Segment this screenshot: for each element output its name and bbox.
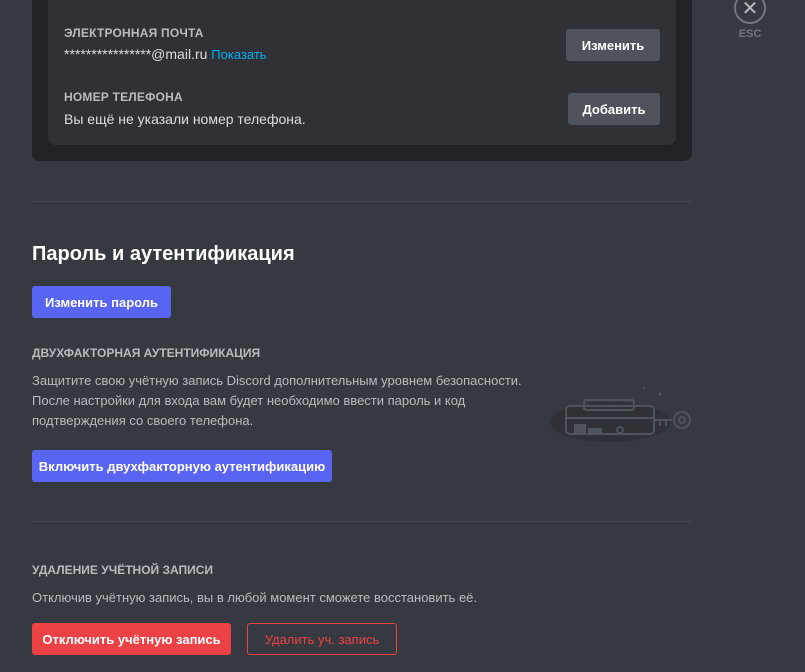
- safe-key-illustration: [550, 386, 691, 442]
- email-value-row: ****************@mail.ru Показать: [64, 46, 267, 62]
- reveal-email-link[interactable]: Показать: [211, 47, 266, 62]
- twofa-desc-line: После настройки для входа вам будет необ…: [32, 393, 466, 408]
- esc-label: ESC: [738, 28, 762, 40]
- close-icon[interactable]: ✕: [734, 0, 766, 24]
- edit-email-button[interactable]: Изменить: [566, 29, 660, 61]
- delete-account-button[interactable]: Удалить уч. запись: [247, 623, 397, 655]
- change-password-button[interactable]: Изменить пароль: [32, 286, 171, 318]
- section-divider: [32, 521, 692, 522]
- twofa-desc-line: подтверждения со своего телефона.: [32, 413, 254, 428]
- twofa-heading: Двухфакторная аутентификация: [32, 346, 261, 360]
- phone-label: Номер телефона: [64, 90, 183, 104]
- deletion-description: Отключив учётную запись, вы в любой моме…: [32, 590, 478, 605]
- email-value: ****************@mail.ru: [64, 46, 208, 62]
- email-label: Электронная почта: [64, 26, 204, 40]
- deletion-heading: Удаление учётной записи: [32, 563, 214, 577]
- enable-2fa-button[interactable]: Включить двухфакторную аутентификацию: [32, 450, 332, 482]
- account-card: Электронная почта ****************@mail.…: [32, 0, 692, 161]
- twofa-description: Защитите свою учётную запись Discord доп…: [32, 371, 542, 431]
- add-phone-button[interactable]: Добавить: [568, 93, 660, 125]
- section-divider: [32, 201, 692, 202]
- password-section-title: Пароль и аутентификация: [32, 243, 295, 265]
- close-control[interactable]: ✕ ESC: [732, 0, 768, 40]
- disable-account-button[interactable]: Отключить учётную запись: [32, 623, 231, 655]
- account-info-panel: Электронная почта ****************@mail.…: [48, 0, 676, 145]
- twofa-desc-line: Защитите свою учётную запись Discord доп…: [32, 373, 522, 388]
- phone-value: Вы ещё не указали номер телефона.: [64, 111, 306, 127]
